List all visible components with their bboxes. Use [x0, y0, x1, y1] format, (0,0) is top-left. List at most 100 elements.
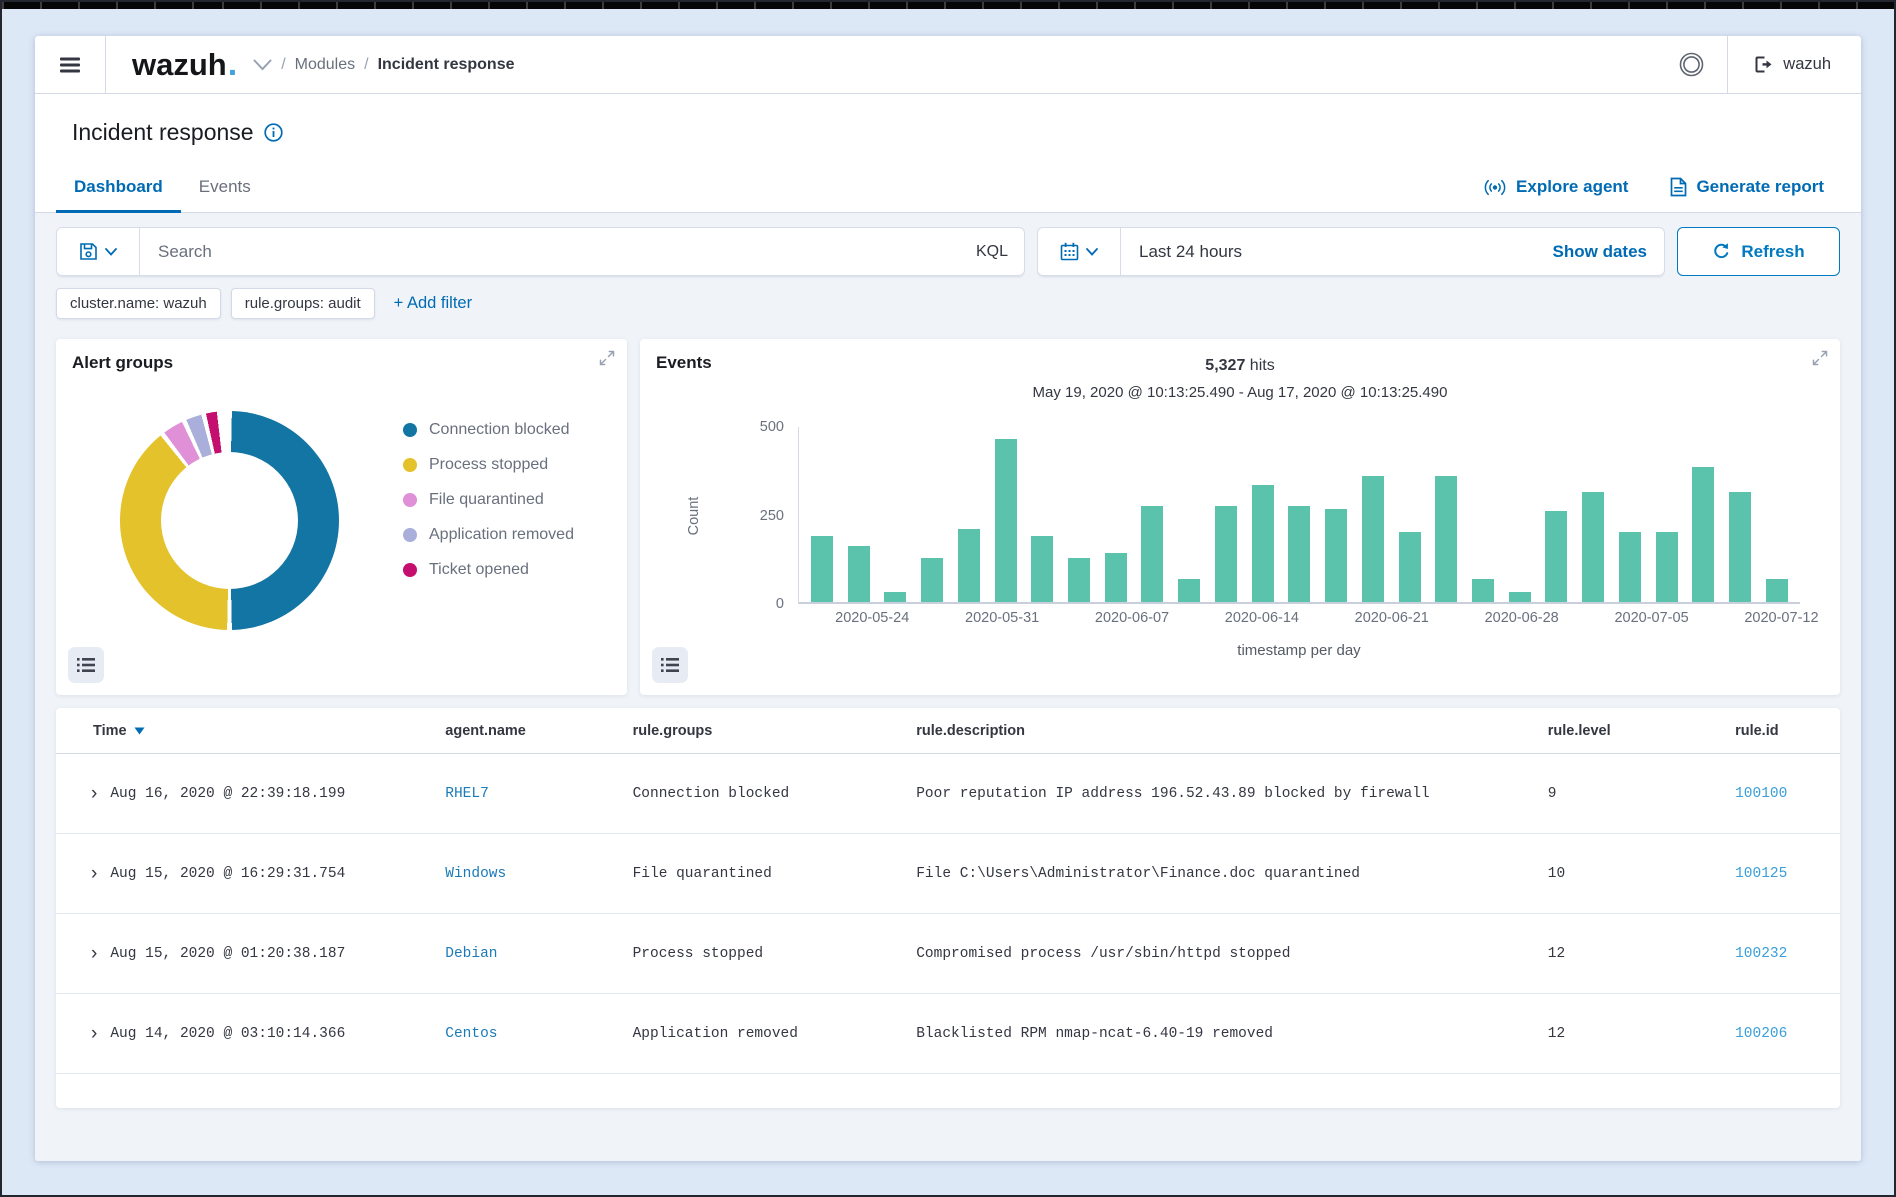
histogram-bar[interactable]: [1692, 467, 1715, 602]
column-header-agent-name[interactable]: agent.name: [425, 708, 613, 754]
column-header-time[interactable]: Time: [56, 708, 426, 754]
legend-toggle-button[interactable]: [652, 647, 688, 683]
saved-queries-menu-button[interactable]: [56, 227, 140, 276]
cell-rule-id: 100232: [1715, 913, 1840, 994]
agent-link[interactable]: RHEL7: [445, 786, 489, 802]
column-header-rule-groups[interactable]: rule.groups: [612, 708, 897, 754]
column-header-rule-id[interactable]: rule.id: [1715, 708, 1840, 754]
histogram-bar[interactable]: [1471, 579, 1494, 602]
histogram-bar[interactable]: [847, 546, 870, 602]
agent-link[interactable]: Debian: [445, 946, 497, 962]
histogram-bar[interactable]: [994, 439, 1017, 602]
cell-rule-description: Compromised process /usr/sbin/httpd stop…: [896, 913, 1528, 994]
histogram-bar[interactable]: [1214, 505, 1237, 602]
rule-id-link[interactable]: 100206: [1735, 1026, 1787, 1042]
histogram-bar[interactable]: [1435, 476, 1458, 602]
legend-item[interactable]: Application removed: [403, 526, 574, 544]
histogram-bar[interactable]: [1031, 535, 1054, 602]
histogram-plot[interactable]: [798, 427, 1800, 604]
search-input[interactable]: Search: [140, 242, 976, 262]
expand-row-chevron[interactable]: ›: [91, 784, 97, 803]
breadcrumb-modules[interactable]: Modules: [295, 56, 355, 74]
histogram-bar[interactable]: [1141, 505, 1164, 602]
histogram-bar[interactable]: [1251, 484, 1274, 602]
histogram-bar[interactable]: [921, 558, 944, 602]
info-icon[interactable]: [263, 123, 283, 142]
breadcrumb-separator: /: [281, 55, 286, 73]
histogram-bar[interactable]: [1068, 558, 1091, 602]
expand-row-chevron[interactable]: ›: [91, 944, 97, 963]
histogram-bar[interactable]: [1361, 476, 1384, 602]
time-range-value[interactable]: Last 24 hours: [1121, 242, 1553, 262]
histogram-bar[interactable]: [1178, 579, 1201, 602]
hamburger-menu-button[interactable]: [35, 36, 105, 93]
tab-events[interactable]: Events: [181, 171, 269, 212]
hamburger-icon: [60, 57, 80, 72]
histogram-bar[interactable]: [1582, 491, 1605, 602]
histogram-bar[interactable]: [884, 591, 907, 602]
filter-pill[interactable]: rule.groups: audit: [230, 288, 375, 319]
legend-color-dot: [403, 458, 417, 472]
histogram-bar[interactable]: [1104, 553, 1127, 602]
date-picker[interactable]: Last 24 hours Show dates: [1037, 227, 1665, 276]
agent-link[interactable]: Centos: [445, 1026, 497, 1042]
histogram-bar[interactable]: [1545, 511, 1568, 602]
histogram-bar[interactable]: [1728, 491, 1751, 602]
histogram-bar[interactable]: [1765, 579, 1788, 602]
alert-groups-chart: Connection blocked Process stopped File qu…: [72, 373, 611, 630]
rule-id-link[interactable]: 100100: [1735, 786, 1787, 802]
expand-panel-button[interactable]: [599, 350, 615, 371]
legend-item[interactable]: File quarantined: [403, 491, 574, 509]
refresh-button[interactable]: Refresh: [1677, 227, 1840, 276]
histogram-bar[interactable]: [1398, 532, 1421, 602]
show-dates-button[interactable]: Show dates: [1553, 242, 1665, 262]
explore-agent-button[interactable]: Explore agent: [1483, 177, 1628, 197]
legend-color-dot: [403, 563, 417, 577]
add-filter-button[interactable]: + Add filter: [394, 294, 472, 313]
expand-row-chevron[interactable]: ›: [91, 864, 97, 883]
time-value: Aug 15, 2020 @ 16:29:31.754: [110, 865, 346, 882]
generate-report-button[interactable]: Generate report: [1670, 177, 1824, 197]
donut-chart[interactable]: [120, 411, 339, 630]
histogram-bar[interactable]: [1325, 509, 1348, 602]
ring-icon: [1679, 52, 1704, 77]
logout-user-button[interactable]: wazuh: [1728, 55, 1861, 74]
wazuh-logo[interactable]: wazuh.: [106, 45, 253, 84]
kql-toggle[interactable]: KQL: [976, 243, 1025, 261]
histogram-bar[interactable]: [1288, 505, 1311, 602]
chevron-down-icon[interactable]: [253, 59, 272, 71]
column-header-rule-level[interactable]: rule.level: [1527, 708, 1716, 754]
search-box[interactable]: Search KQL: [56, 227, 1025, 276]
tab-dashboard[interactable]: Dashboard: [56, 171, 181, 213]
date-quick-menu-button[interactable]: [1037, 227, 1121, 276]
page-header: Incident response: [35, 94, 1861, 146]
expand-panel-button[interactable]: [1812, 350, 1828, 371]
legend-item[interactable]: Ticket opened: [403, 561, 574, 579]
events-table-card: Time agent.name rule.groups rule.descrip…: [56, 708, 1840, 1108]
wazuh-logo-text: wazuh: [132, 47, 227, 82]
cell-time: › Aug 16, 2020 @ 22:39:18.199: [56, 753, 426, 834]
histogram-bar[interactable]: [811, 535, 833, 602]
time-cell-wrap: › Aug 15, 2020 @ 01:20:38.187: [56, 944, 424, 963]
histogram-bar[interactable]: [1508, 591, 1531, 602]
rule-id-link[interactable]: 100125: [1735, 866, 1787, 882]
column-header-rule-description[interactable]: rule.description: [896, 708, 1528, 754]
x-axis-tick: 2020-06-21: [1354, 610, 1429, 626]
legend-item[interactable]: Connection blocked: [403, 421, 574, 439]
legend-item[interactable]: Process stopped: [403, 456, 574, 474]
time-value: Aug 14, 2020 @ 03:10:14.366: [110, 1025, 346, 1042]
agent-link[interactable]: Windows: [445, 866, 506, 882]
histogram-bar[interactable]: [957, 528, 980, 602]
top-navbar: wazuh. / Modules / Incident response waz…: [35, 36, 1861, 94]
histogram-bar[interactable]: [1618, 532, 1641, 602]
health-ring-button[interactable]: [1655, 36, 1727, 93]
histogram-bar[interactable]: [1655, 532, 1678, 602]
rule-id-link[interactable]: 100232: [1735, 946, 1787, 962]
expand-row-chevron[interactable]: ›: [91, 1024, 97, 1043]
cell-rule-description: Blacklisted RPM nmap-ncat-6.40-19 remove…: [896, 993, 1528, 1074]
wazuh-logo-dot: .: [227, 45, 238, 83]
broadcast-icon: [1484, 179, 1506, 195]
legend-toggle-button[interactable]: [68, 647, 104, 683]
filter-pill[interactable]: cluster.name: wazuh: [56, 288, 221, 319]
refresh-icon: [1714, 243, 1729, 259]
